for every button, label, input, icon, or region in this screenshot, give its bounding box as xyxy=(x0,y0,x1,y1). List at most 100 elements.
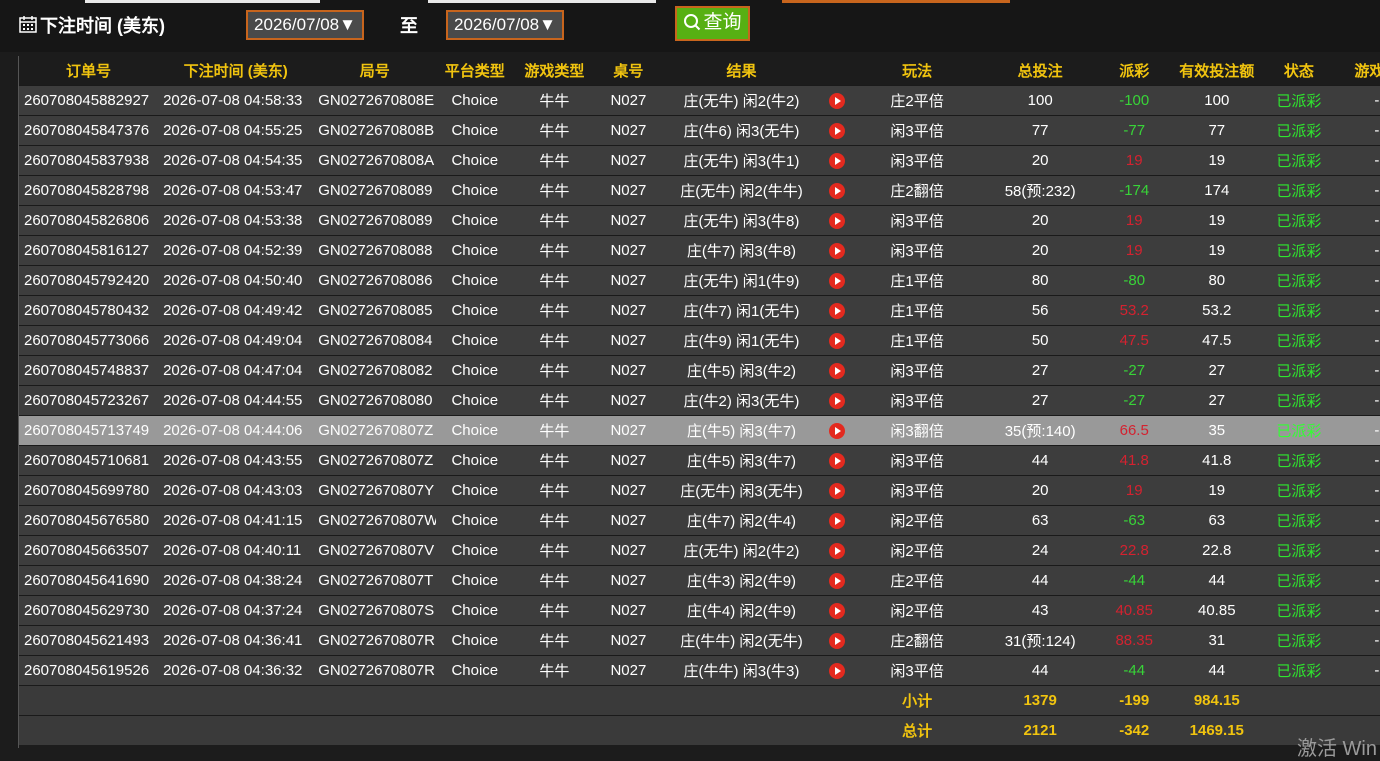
play-video-icon[interactable] xyxy=(828,333,845,350)
play-video-icon[interactable] xyxy=(828,423,845,440)
table-row[interactable]: 260708045816127 2026-07-08 04:52:39 GN0272… xyxy=(19,235,1380,266)
summary-valid-bet: 984.15 xyxy=(1170,685,1263,716)
cell-platform-type: Choice xyxy=(436,475,514,506)
cell-round-no: GN0272670807Z xyxy=(313,445,437,476)
cell-table-no: N027 xyxy=(595,625,662,656)
play-video-icon[interactable] xyxy=(828,603,845,620)
summary-label: 总计 xyxy=(851,715,983,745)
video-cell xyxy=(821,145,852,176)
cell-valid-bet: 19 xyxy=(1170,235,1263,266)
cell-status: 已派彩 xyxy=(1262,85,1335,116)
cell-play-type: 闲2平倍 xyxy=(851,505,983,536)
cell-round-no: GN02726708085 xyxy=(313,295,437,326)
cell-status: 已派彩 xyxy=(1262,145,1335,176)
play-video-icon[interactable] xyxy=(828,663,845,680)
play-video-icon[interactable] xyxy=(828,453,845,470)
empty-cell xyxy=(1262,685,1335,716)
table-row[interactable]: 260708045663507 2026-07-08 04:40:11 GN0272… xyxy=(19,535,1380,566)
cell-status: 已派彩 xyxy=(1262,565,1335,596)
table-body: 260708045882927 2026-07-08 04:58:33 GN0272… xyxy=(19,85,1380,745)
cell-valid-bet: 35 xyxy=(1170,415,1263,446)
cell-total-bet: 27 xyxy=(982,355,1098,386)
cell-round-no: GN0272670807W xyxy=(313,505,437,536)
column-header-game-type: 游戏类型 xyxy=(513,56,596,86)
table-row[interactable]: 260708045713749 2026-07-08 04:44:06 GN0272… xyxy=(19,415,1380,446)
play-video-icon[interactable] xyxy=(828,123,845,140)
cell-game-machine: - xyxy=(1334,415,1380,446)
column-header-platform-type: 平台类型 xyxy=(436,56,514,86)
cell-platform-type: Choice xyxy=(436,175,514,206)
column-header-game-machine: 游戏机 xyxy=(1334,56,1380,86)
cell-bet-time: 2026-07-08 04:53:38 xyxy=(158,205,314,236)
table-row[interactable]: 260708045847376 2026-07-08 04:55:25 GN0272… xyxy=(19,115,1380,146)
cell-payout: 88.35 xyxy=(1097,625,1171,656)
table-row[interactable]: 260708045621493 2026-07-08 04:36:41 GN0272… xyxy=(19,625,1380,656)
cell-order-no: 260708045837938 xyxy=(19,145,159,176)
play-video-icon[interactable] xyxy=(828,303,845,320)
cell-bet-time: 2026-07-08 04:58:33 xyxy=(158,85,314,116)
cell-game-machine: - xyxy=(1334,445,1380,476)
table-row[interactable]: 260708045773066 2026-07-08 04:49:04 GN0272… xyxy=(19,325,1380,356)
play-video-icon[interactable] xyxy=(828,393,845,410)
play-video-icon[interactable] xyxy=(828,363,845,380)
table-row[interactable]: 260708045676580 2026-07-08 04:41:15 GN0272… xyxy=(19,505,1380,536)
table-row[interactable]: 260708045723267 2026-07-08 04:44:55 GN0272… xyxy=(19,385,1380,416)
table-row[interactable]: 260708045619526 2026-07-08 04:36:32 GN0272… xyxy=(19,655,1380,686)
empty-cell xyxy=(19,685,159,716)
cell-valid-bet: 53.2 xyxy=(1170,295,1263,326)
table-row[interactable]: 260708045837938 2026-07-08 04:54:35 GN0272… xyxy=(19,145,1380,176)
table-row[interactable]: 260708045792420 2026-07-08 04:50:40 GN0272… xyxy=(19,265,1380,296)
play-video-icon[interactable] xyxy=(828,483,845,500)
table-row[interactable]: 260708045748837 2026-07-08 04:47:04 GN0272… xyxy=(19,355,1380,386)
cell-game-type: 牛牛 xyxy=(513,505,596,536)
play-video-icon[interactable] xyxy=(828,543,845,560)
cell-play-type: 庄2平倍 xyxy=(851,85,983,116)
column-header-bet-time: 下注时间 (美东) xyxy=(158,56,314,86)
cell-result: 庄(牛7) 闲2(牛4) xyxy=(661,505,822,536)
table-row[interactable]: 260708045882927 2026-07-08 04:58:33 GN0272… xyxy=(19,85,1380,116)
empty-cell xyxy=(661,715,822,745)
play-video-icon[interactable] xyxy=(828,573,845,590)
summary-label: 小计 xyxy=(851,685,983,716)
play-video-icon[interactable] xyxy=(828,213,845,230)
play-video-icon[interactable] xyxy=(828,243,845,260)
cell-game-machine: - xyxy=(1334,595,1380,626)
summary-payout: -199 xyxy=(1097,685,1171,716)
cell-game-type: 牛牛 xyxy=(513,85,596,116)
cell-status: 已派彩 xyxy=(1262,415,1335,446)
cell-valid-bet: 19 xyxy=(1170,145,1263,176)
end-date-picker[interactable]: 2026/07/08▼ xyxy=(446,10,564,40)
table-row[interactable]: 260708045629730 2026-07-08 04:37:24 GN0272… xyxy=(19,595,1380,626)
video-cell xyxy=(821,235,852,266)
cell-total-bet: 20 xyxy=(982,205,1098,236)
table-row[interactable]: 260708045710681 2026-07-08 04:43:55 GN0272… xyxy=(19,445,1380,476)
play-video-icon[interactable] xyxy=(828,153,845,170)
video-cell xyxy=(821,475,852,506)
table-row[interactable]: 260708045641690 2026-07-08 04:38:24 GN0272… xyxy=(19,565,1380,596)
video-cell xyxy=(821,295,852,326)
cell-result: 庄(牛牛) 闲2(无牛) xyxy=(661,625,822,656)
top-decor-bar xyxy=(428,0,656,3)
table-row[interactable]: 260708045828798 2026-07-08 04:53:47 GN0272… xyxy=(19,175,1380,206)
cell-result: 庄(牛5) 闲3(牛7) xyxy=(661,415,822,446)
play-video-icon[interactable] xyxy=(828,93,845,110)
table-row[interactable]: 260708045699780 2026-07-08 04:43:03 GN0272… xyxy=(19,475,1380,506)
top-decor-bar xyxy=(85,0,320,3)
start-date-picker[interactable]: 2026/07/08▼ xyxy=(246,10,364,40)
bet-records-table-container[interactable]: 订单号 下注时间 (美东) 局号 平台类型 游戏类型 桌号 结果 玩法 总投注 派彩 有效投注额 状态… xyxy=(18,56,1380,748)
play-video-icon[interactable] xyxy=(828,273,845,290)
query-button[interactable]: 查询 xyxy=(675,6,750,41)
cell-play-type: 闲3平倍 xyxy=(851,445,983,476)
cell-platform-type: Choice xyxy=(436,295,514,326)
cell-total-bet: 20 xyxy=(982,145,1098,176)
cell-table-no: N027 xyxy=(595,115,662,146)
play-video-icon[interactable] xyxy=(828,183,845,200)
cell-table-no: N027 xyxy=(595,505,662,536)
play-video-icon[interactable] xyxy=(828,633,845,650)
cell-bet-time: 2026-07-08 04:44:55 xyxy=(158,385,314,416)
cell-bet-time: 2026-07-08 04:40:11 xyxy=(158,535,314,566)
play-video-icon[interactable] xyxy=(828,513,845,530)
table-row[interactable]: 260708045780432 2026-07-08 04:49:42 GN0272… xyxy=(19,295,1380,326)
cell-valid-bet: 80 xyxy=(1170,265,1263,296)
table-row[interactable]: 260708045826806 2026-07-08 04:53:38 GN0272… xyxy=(19,205,1380,236)
